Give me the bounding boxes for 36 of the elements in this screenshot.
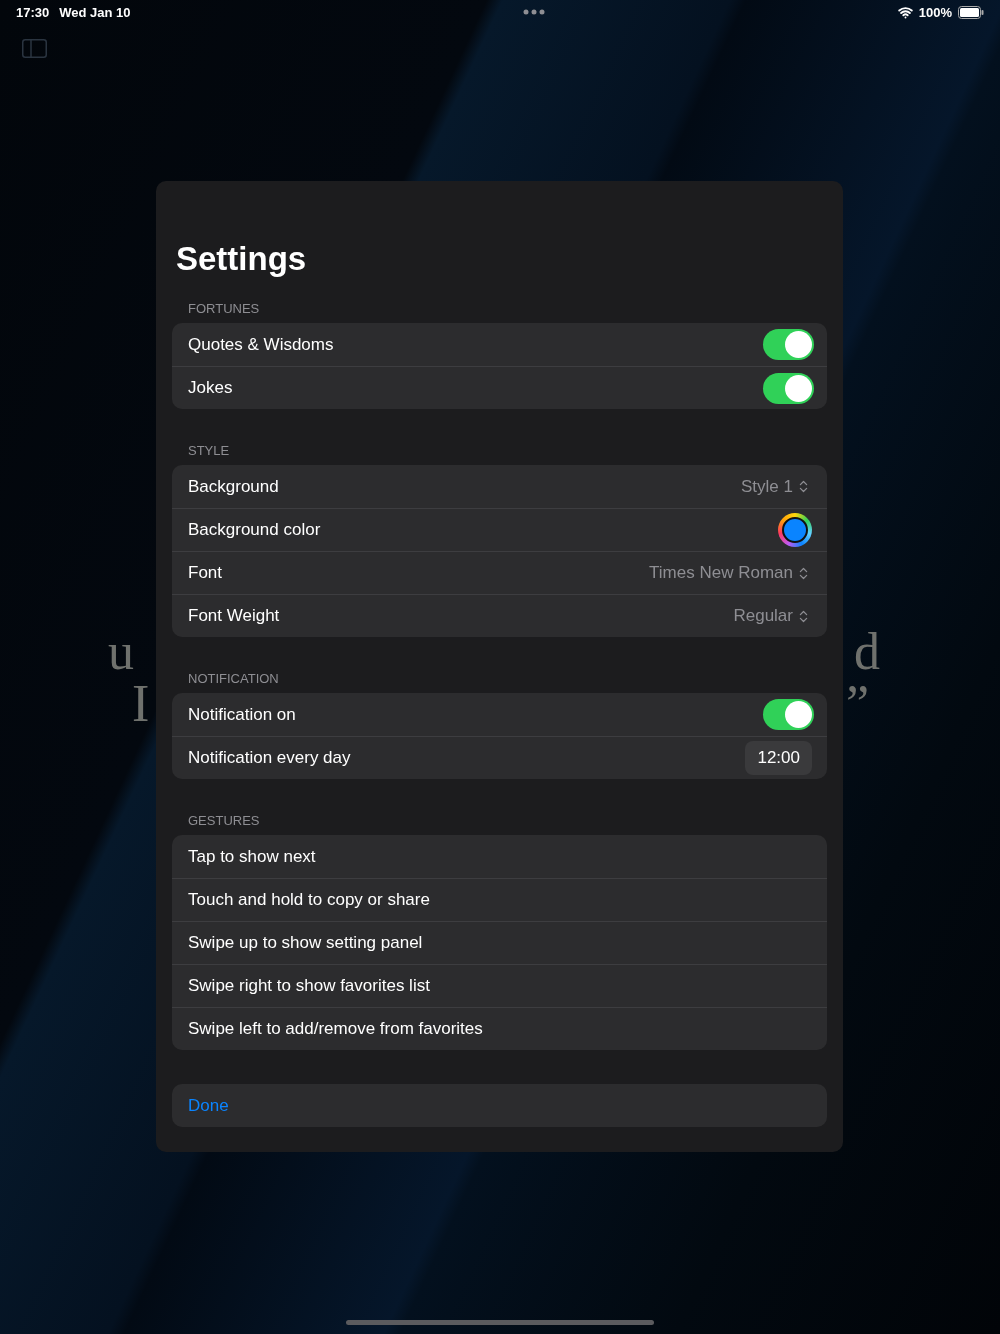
status-time: 17:30 (16, 4, 50, 20)
toggle-switch[interactable] (763, 329, 814, 360)
section-header: STYLE (187, 443, 231, 458)
row-label: Font (188, 563, 223, 583)
picker-button[interactable]: Regular (733, 606, 811, 626)
time-picker[interactable]: 12:00 (745, 741, 812, 775)
battery-percent: 100% (918, 4, 952, 20)
wifi-icon (897, 4, 913, 20)
section-header: FORTUNES (187, 301, 261, 316)
sheet-title: Settings (176, 239, 308, 279)
status-date: Wed Jan 10 (59, 4, 131, 20)
battery-icon (958, 5, 984, 19)
picker-button[interactable]: Times New Roman (649, 563, 811, 583)
row-label: Swipe right to show favorites list (188, 976, 430, 996)
done-button[interactable]: Done (172, 1084, 827, 1127)
row-label: Quotes & Wisdoms (188, 334, 334, 355)
section-header: NOTIFICATION (187, 671, 280, 686)
toggle-switch[interactable] (763, 372, 814, 404)
quote-text: u (108, 626, 134, 678)
row-label: Notification every day (188, 748, 351, 768)
row-label: Swipe up to show setting panel (188, 933, 423, 953)
row-label: Swipe left to add/remove from favorites (188, 1019, 483, 1039)
quote-text: I (131, 678, 150, 730)
section-header: GESTURES (187, 813, 261, 828)
picker-button[interactable]: Style 1 (741, 476, 811, 497)
quote-text: d (853, 626, 880, 678)
row-label: Tap to show next (188, 846, 316, 867)
row-label: Touch and hold to copy or share (188, 890, 430, 910)
row-label: Font Weight (188, 606, 280, 626)
row-label: Notification on (188, 704, 296, 725)
more-dots-icon[interactable] (523, 9, 546, 15)
quote-text: ” (846, 678, 870, 730)
row-label: Background (188, 476, 279, 497)
row-label: Background color (188, 520, 321, 540)
toggle-switch[interactable] (763, 699, 814, 730)
row-label: Jokes (188, 378, 233, 398)
